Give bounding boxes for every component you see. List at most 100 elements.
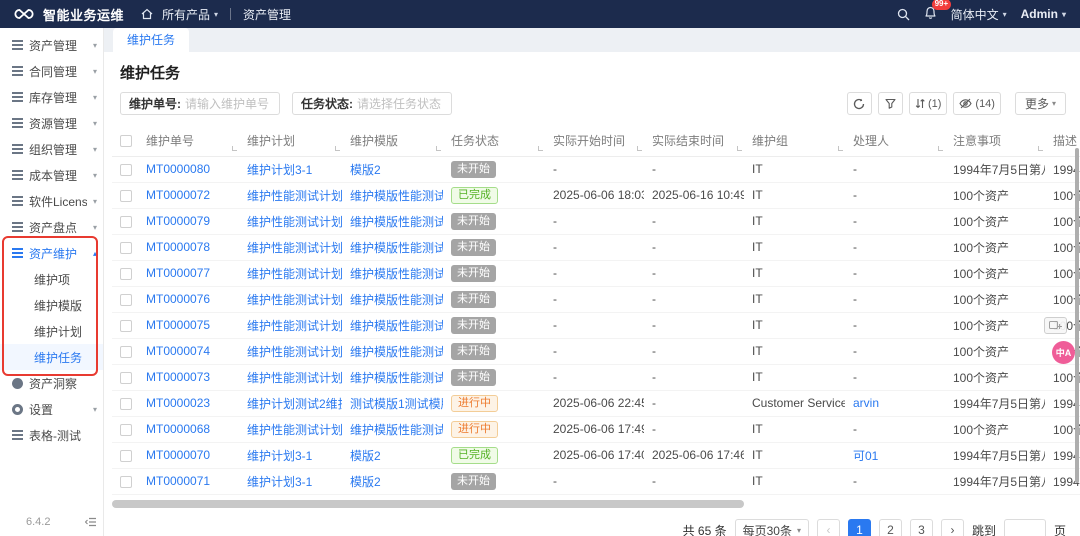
row-checkbox[interactable]: [120, 189, 132, 202]
column-resize-handle[interactable]: [538, 145, 543, 151]
maintenance-template-link[interactable]: 模版2: [342, 468, 443, 495]
page-button-2[interactable]: 2: [878, 518, 902, 536]
column-resize-handle[interactable]: [838, 145, 843, 151]
maintenance-order-link[interactable]: MT0000079: [138, 208, 239, 235]
maintenance-order-link[interactable]: MT0000074: [138, 338, 239, 365]
sidebar-item-inventory-management[interactable]: 库存管理 ▾: [0, 84, 103, 110]
maintenance-template-link[interactable]: 维护模版性能测试-勿动: [342, 286, 443, 313]
notifications-button[interactable]: 99+: [924, 0, 952, 23]
sidebar-item-asset-management[interactable]: 资产管理 ▾: [0, 32, 103, 58]
prev-page-button[interactable]: ‹: [816, 518, 840, 536]
collapse-sidebar-icon[interactable]: [85, 517, 97, 527]
maintenance-plan-link[interactable]: 维护计划测试2维护计...: [239, 390, 342, 417]
translate-widget[interactable]: 中A: [1052, 341, 1075, 364]
column-resize-handle[interactable]: [232, 145, 237, 151]
sidebar-item-asset-maintenance[interactable]: 资产维护 ▴: [0, 240, 103, 266]
all-products-menu[interactable]: 所有产品 ▾: [162, 6, 218, 23]
task-status-filter[interactable]: 任务状态:: [292, 92, 452, 115]
maintenance-order-filter[interactable]: 维护单号:: [120, 92, 280, 115]
maintenance-template-link[interactable]: 维护模版性能测试-勿动: [342, 312, 443, 339]
sidebar-item-cost-management[interactable]: 成本管理 ▾: [0, 162, 103, 188]
maintenance-plan-link[interactable]: 维护性能测试计划勿动: [239, 260, 342, 287]
sidebar-item-table-test[interactable]: 表格-测试: [0, 422, 103, 448]
more-button[interactable]: 更多 ▾: [1014, 92, 1066, 115]
column-resize-handle[interactable]: [737, 145, 742, 151]
row-checkbox[interactable]: [120, 163, 132, 176]
sidebar-item-maintenance-item[interactable]: 维护项: [0, 266, 103, 292]
vertical-scrollbar-thumb[interactable]: [1075, 148, 1079, 483]
page-button-3[interactable]: 3: [909, 518, 933, 536]
sidebar-item-asset-stocktaking[interactable]: 资产盘点 ▾: [0, 214, 103, 240]
maintenance-plan-link[interactable]: 维护计划3-1: [239, 156, 342, 183]
column-resize-handle[interactable]: [436, 145, 441, 151]
maintenance-plan-link[interactable]: 维护性能测试计划勿动: [239, 182, 342, 209]
maintenance-plan-link[interactable]: 维护性能测试计划勿动: [239, 416, 342, 443]
maintenance-order-link[interactable]: MT0000068: [138, 416, 239, 443]
sidebar-item-org-management[interactable]: 组织管理 ▾: [0, 136, 103, 162]
maintenance-plan-link[interactable]: 维护计划3-1: [239, 442, 342, 469]
row-checkbox[interactable]: [120, 215, 132, 228]
hidden-columns-button[interactable]: (14): [953, 92, 1001, 115]
column-resize-handle[interactable]: [938, 145, 943, 151]
maintenance-order-link[interactable]: MT0000075: [138, 312, 239, 339]
sort-button[interactable]: (1): [908, 92, 948, 115]
screenshot-widget[interactable]: [1044, 317, 1067, 334]
maintenance-template-link[interactable]: 模版2: [342, 156, 443, 183]
row-checkbox[interactable]: [120, 241, 132, 254]
maintenance-template-link[interactable]: 维护模版性能测试-勿动: [342, 208, 443, 235]
language-selector[interactable]: 简体中文 ▾: [951, 6, 1007, 23]
maintenance-template-link[interactable]: 模版2: [342, 442, 443, 469]
sidebar-item-software-license[interactable]: 软件License... ▾: [0, 188, 103, 214]
row-checkbox[interactable]: [120, 267, 132, 280]
column-resize-handle[interactable]: [637, 145, 642, 151]
task-status-select-input[interactable]: [357, 96, 443, 111]
row-checkbox[interactable]: [120, 319, 132, 332]
maintenance-order-link[interactable]: MT0000071: [138, 468, 239, 495]
maintenance-plan-link[interactable]: 维护性能测试计划勿动: [239, 338, 342, 365]
maintenance-order-link[interactable]: MT0000023: [138, 390, 239, 417]
row-checkbox[interactable]: [120, 371, 132, 384]
column-resize-handle[interactable]: [1038, 145, 1043, 151]
maintenance-template-link[interactable]: 维护模版性能测试-勿动: [342, 260, 443, 287]
select-all-checkbox[interactable]: [120, 135, 132, 148]
sidebar-item-maintenance-task[interactable]: 维护任务: [0, 344, 103, 370]
maintenance-template-link[interactable]: 维护模版性能测试-勿动: [342, 234, 443, 261]
handler-link[interactable]: arvin: [845, 390, 945, 417]
maintenance-plan-link[interactable]: 维护性能测试计划勿动: [239, 364, 342, 391]
horizontal-scrollbar-thumb[interactable]: [112, 499, 744, 508]
maintenance-order-link[interactable]: MT0000073: [138, 364, 239, 391]
handler-link[interactable]: 可01: [845, 442, 945, 469]
row-checkbox[interactable]: [120, 423, 132, 436]
sidebar-item-resource-management[interactable]: 资源管理 ▾: [0, 110, 103, 136]
next-page-button[interactable]: ›: [940, 518, 964, 536]
maintenance-template-link[interactable]: 维护模版性能测试-勿动: [342, 182, 443, 209]
maintenance-plan-link[interactable]: 维护性能测试计划勿动: [239, 234, 342, 261]
page-size-select[interactable]: 每页30条 ▾: [734, 518, 809, 536]
row-checkbox[interactable]: [120, 345, 132, 358]
maintenance-order-link[interactable]: MT0000070: [138, 442, 239, 469]
maintenance-order-link[interactable]: MT0000072: [138, 182, 239, 209]
row-checkbox[interactable]: [120, 293, 132, 306]
maintenance-order-link[interactable]: MT0000076: [138, 286, 239, 313]
user-menu[interactable]: Admin ▾: [1021, 7, 1066, 21]
tab-maintenance-task[interactable]: 维护任务: [113, 28, 190, 52]
maintenance-plan-link[interactable]: 维护性能测试计划勿动: [239, 208, 342, 235]
maintenance-order-input[interactable]: [185, 96, 271, 111]
maintenance-order-link[interactable]: MT0000080: [138, 156, 239, 183]
page-button-1[interactable]: 1: [847, 518, 871, 536]
row-checkbox[interactable]: [120, 397, 132, 410]
refresh-button[interactable]: [846, 92, 872, 115]
column-resize-handle[interactable]: [335, 145, 340, 151]
sidebar-item-contract-management[interactable]: 合同管理 ▾: [0, 58, 103, 84]
filter-button[interactable]: [877, 92, 903, 115]
maintenance-order-link[interactable]: MT0000077: [138, 260, 239, 287]
row-checkbox[interactable]: [120, 475, 132, 488]
sidebar-item-maintenance-plan[interactable]: 维护计划: [0, 318, 103, 344]
maintenance-plan-link[interactable]: 维护性能测试计划勿动: [239, 312, 342, 339]
breadcrumb-current-app[interactable]: 资产管理: [243, 6, 291, 23]
home-icon[interactable]: [141, 8, 153, 20]
maintenance-plan-link[interactable]: 维护计划3-1: [239, 468, 342, 495]
row-checkbox[interactable]: [120, 449, 132, 462]
sidebar-item-settings[interactable]: 设置 ▾: [0, 396, 103, 422]
jump-page-input[interactable]: [1003, 519, 1046, 536]
